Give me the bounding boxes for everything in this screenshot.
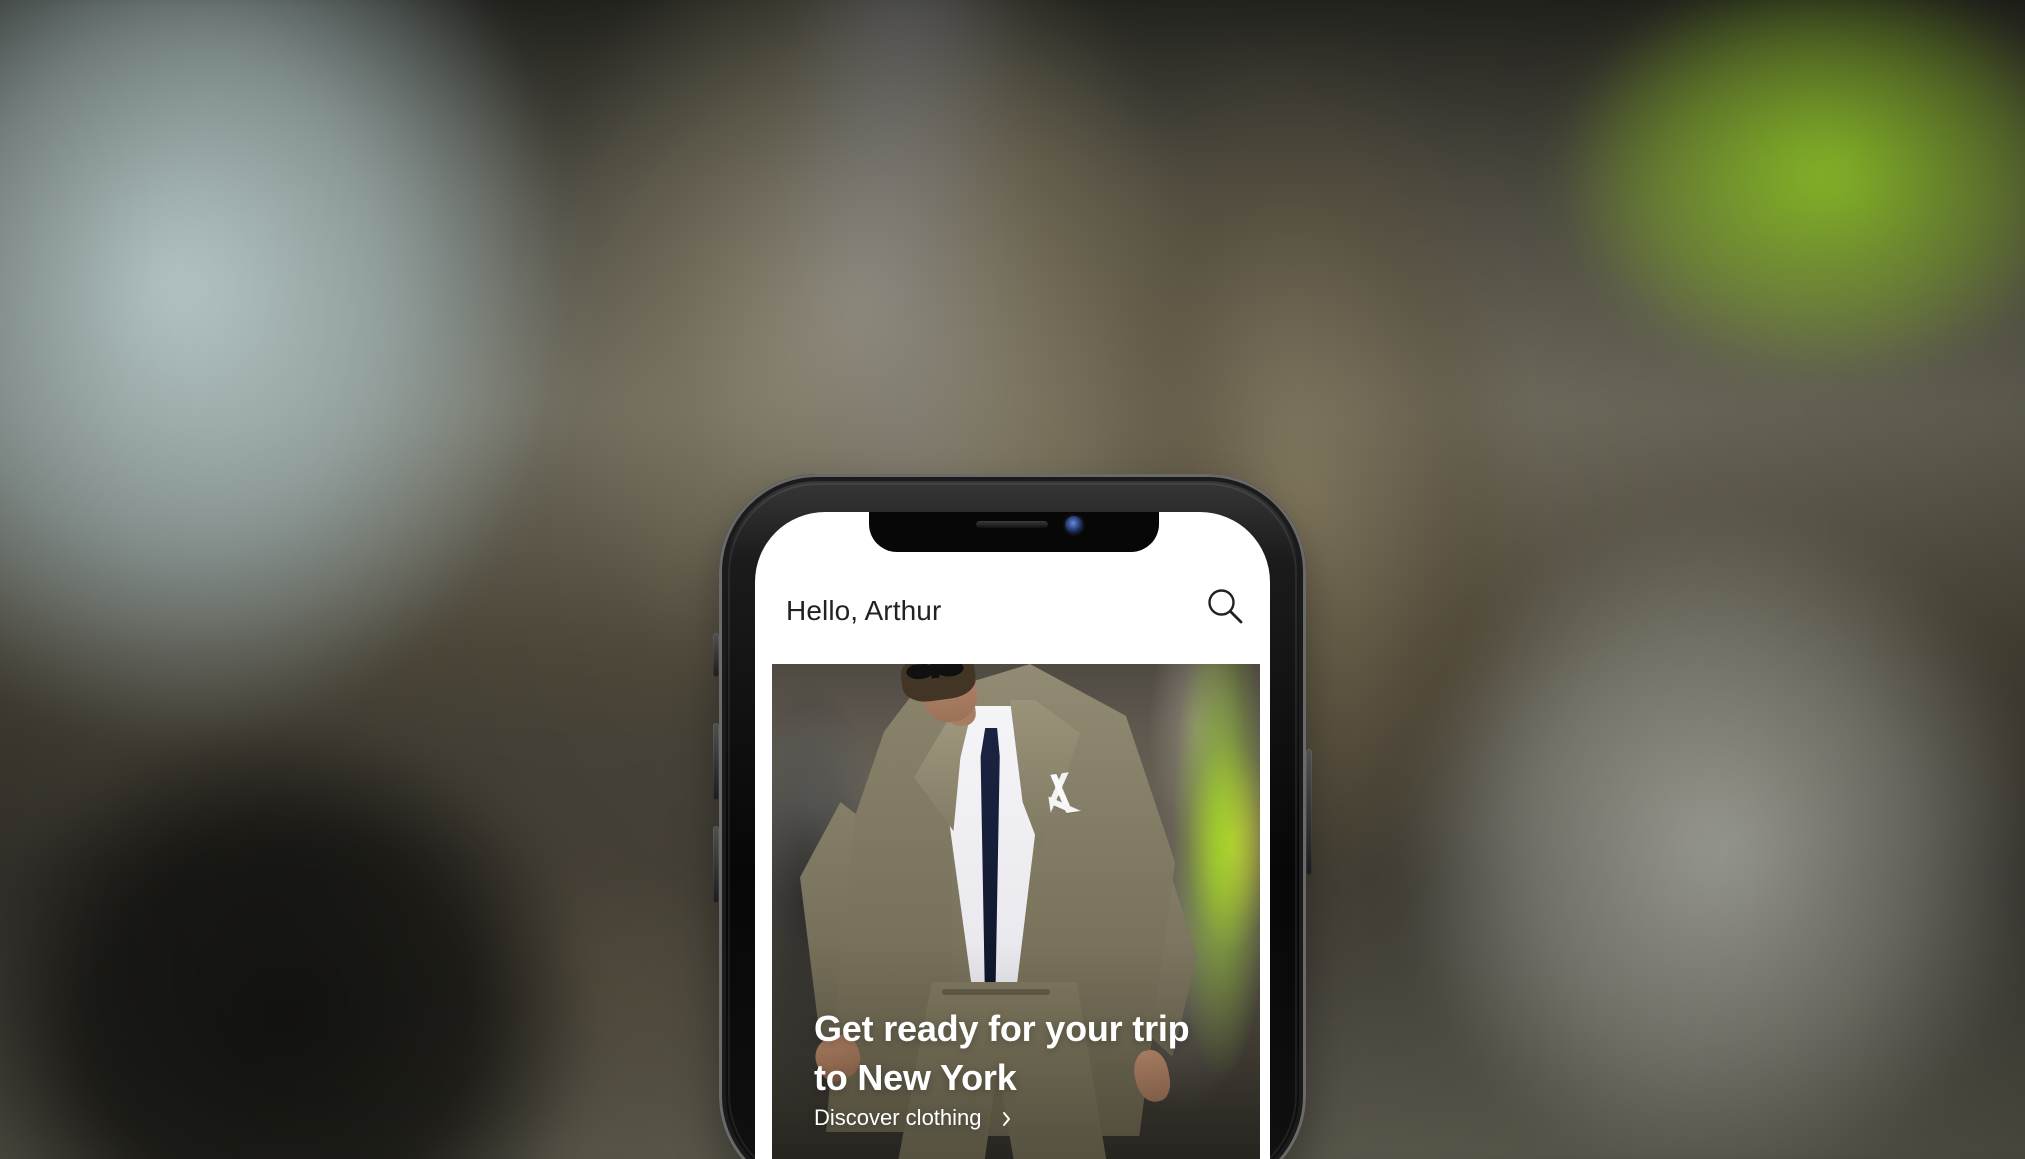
volume-button-bottom	[713, 826, 719, 903]
volume-button-middle	[713, 723, 719, 800]
greeting-title: Hello, Arthur	[786, 595, 942, 626]
phone-device: Hello, Arthur Get ready for your trip to…	[713, 474, 1312, 1159]
phone-screen: Hello, Arthur Get ready for your trip to…	[755, 512, 1270, 1159]
hero-copy: Get ready for your trip to New York Disc…	[814, 1004, 1214, 1132]
speaker-grille	[976, 521, 1048, 528]
hero-title: Get ready for your trip to New York	[814, 1008, 1190, 1098]
search-icon	[1205, 586, 1245, 626]
phone-notch	[869, 512, 1159, 552]
power-button	[1306, 749, 1312, 875]
hero-banner[interactable]: Get ready for your trip to New York Disc…	[772, 664, 1260, 1159]
search-button[interactable]	[1203, 584, 1247, 628]
discover-clothing-label: Discover clothing	[814, 1105, 982, 1130]
front-camera	[1065, 516, 1083, 534]
mobile-app-mockup-scene: Hello, Arthur Get ready for your trip to…	[0, 0, 2025, 1159]
chevron-right-icon	[1002, 1111, 1012, 1127]
app-header: Hello, Arthur	[755, 584, 1270, 644]
volume-button-top	[713, 633, 719, 677]
discover-clothing-link[interactable]: Discover clothing	[814, 1104, 1012, 1132]
